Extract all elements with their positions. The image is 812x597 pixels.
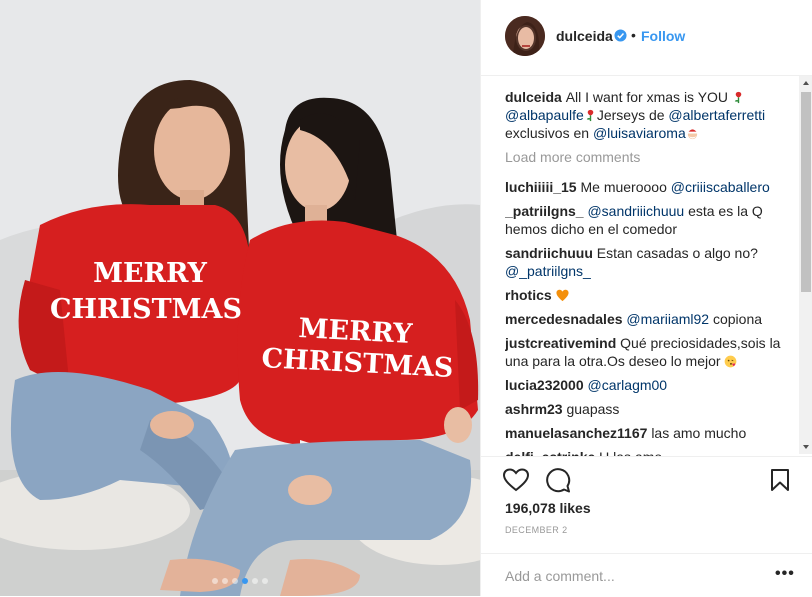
- mention-link[interactable]: @albapaulfe: [505, 107, 584, 123]
- comment-item: justcreativemind Qué preciosidades,sois …: [505, 334, 795, 370]
- comment-text: U las amo: [599, 449, 662, 456]
- mention-link[interactable]: @mariiaml92: [626, 311, 709, 327]
- avatar[interactable]: [505, 16, 545, 56]
- likes-count[interactable]: 196,078 likes: [505, 500, 591, 516]
- post-details-panel: dulceida • Follow dulceida All I want fo…: [480, 0, 812, 596]
- carousel-dot[interactable]: [212, 578, 218, 584]
- post-caption: dulceida All I want for xmas is YOU @alb…: [505, 88, 795, 142]
- comment-text: All I want for xmas is YOU: [565, 89, 732, 105]
- more-options-button[interactable]: •••: [775, 565, 795, 583]
- kiss-face-emoji-icon: [725, 355, 737, 368]
- comment-text: guapass: [566, 401, 620, 417]
- verified-badge-icon: [614, 29, 627, 42]
- comment-item: rhotics: [505, 286, 795, 304]
- post-photo[interactable]: MERRY CHRISTMAS MERRY CHRISTMAS: [0, 0, 480, 596]
- post-date[interactable]: DECEMBER 2: [505, 525, 568, 535]
- comments-list[interactable]: dulceida All I want for xmas is YOU @alb…: [505, 88, 795, 456]
- comment-item: sandriichuuu Estan casadas o algo no? @_…: [505, 244, 795, 280]
- comment-username-link[interactable]: luchiiiii_15: [505, 179, 580, 195]
- mention-link[interactable]: @carlagm00: [588, 377, 668, 393]
- comment-text: Me mueroooo: [580, 179, 671, 195]
- avatar-image: [505, 16, 545, 56]
- add-comment-input[interactable]: [503, 565, 757, 587]
- scrollbar-thumb[interactable]: [801, 92, 811, 292]
- orange-heart-emoji-icon: [556, 289, 569, 302]
- mention-link[interactable]: @_patriilgns_: [505, 263, 591, 279]
- like-heart-icon[interactable]: [503, 468, 529, 492]
- comment-text: copiona: [709, 311, 763, 327]
- comment-username-link[interactable]: mercedesnadales: [505, 311, 626, 327]
- comments-scrollbar[interactable]: [799, 76, 812, 454]
- instagram-post-view: MERRY CHRISTMAS MERRY CHRISTMAS dulceida: [0, 0, 812, 596]
- comment-item: lucia232000 @carlagm00: [505, 376, 795, 394]
- mention-link[interactable]: @sandriiichuuu: [587, 203, 684, 219]
- comment-item: delfi_estrinke U las amo: [505, 448, 795, 456]
- photo-illustration: MERRY CHRISTMAS MERRY CHRISTMAS: [0, 0, 480, 596]
- post-header: dulceida • Follow: [481, 0, 812, 76]
- comment-username-link[interactable]: rhotics: [505, 287, 556, 303]
- separator-dot: •: [631, 27, 636, 43]
- mention-link[interactable]: @albertaferretti: [668, 107, 765, 123]
- add-comment-bar: •••: [481, 553, 812, 597]
- mention-link[interactable]: @luisaviaroma: [593, 125, 686, 141]
- carousel-dot[interactable]: [262, 578, 268, 584]
- comment-bubble-icon[interactable]: [545, 468, 571, 494]
- carousel-dot[interactable]: [252, 578, 258, 584]
- comment-username-link[interactable]: sandriichuuu: [505, 245, 597, 261]
- scroll-down-arrow-icon[interactable]: [799, 440, 812, 454]
- comment-text: las amo mucho: [651, 425, 747, 441]
- comment-username-link[interactable]: lucia232000: [505, 377, 588, 393]
- santa-emoji-icon: [687, 129, 697, 140]
- comment-username-link[interactable]: ashrm23: [505, 401, 566, 417]
- right-sweater-text-line1: MERRY: [298, 313, 414, 350]
- rose-emoji-icon: [586, 109, 594, 122]
- carousel-dot[interactable]: [242, 578, 248, 584]
- username-link[interactable]: dulceida: [556, 28, 613, 44]
- comment-text: Jerseys de: [596, 107, 669, 123]
- comment-username-link[interactable]: delfi_estrinke: [505, 449, 599, 456]
- comment-text: exclusivos en: [505, 125, 593, 141]
- save-bookmark-icon[interactable]: [770, 468, 790, 492]
- comment-username-link[interactable]: _patriilgns_: [505, 203, 587, 219]
- left-sweater-text-line1: MERRY: [93, 258, 208, 289]
- carousel-indicator: [212, 578, 268, 584]
- comment-item: mercedesnadales @mariiaml92 copiona: [505, 310, 795, 328]
- comment-text: Estan casadas o algo no?: [596, 245, 758, 261]
- follow-button[interactable]: Follow: [641, 28, 685, 44]
- rose-emoji-icon: [734, 91, 742, 104]
- caption-username-link[interactable]: dulceida: [505, 89, 566, 105]
- carousel-dot[interactable]: [222, 578, 228, 584]
- comment-item: _patriilgns_ @sandriiichuuu esta es la Q…: [505, 202, 795, 238]
- comment-item: luchiiiii_15 Me mueroooo @criiiscaballer…: [505, 178, 795, 196]
- scroll-up-arrow-icon[interactable]: [799, 76, 812, 90]
- post-actions: 196,078 likes DECEMBER 2 •••: [481, 456, 812, 596]
- carousel-dot[interactable]: [232, 578, 238, 584]
- comment-username-link[interactable]: justcreativemind: [505, 335, 620, 351]
- comment-username-link[interactable]: manuelasanchez1167: [505, 425, 651, 441]
- load-more-comments-button[interactable]: Load more comments: [505, 148, 795, 166]
- comment-item: manuelasanchez1167 las amo mucho: [505, 424, 795, 442]
- comment-item: ashrm23 guapass: [505, 400, 795, 418]
- mention-link[interactable]: @criiiscaballero: [671, 179, 770, 195]
- left-sweater-text-line2: CHRISTMAS: [50, 294, 242, 325]
